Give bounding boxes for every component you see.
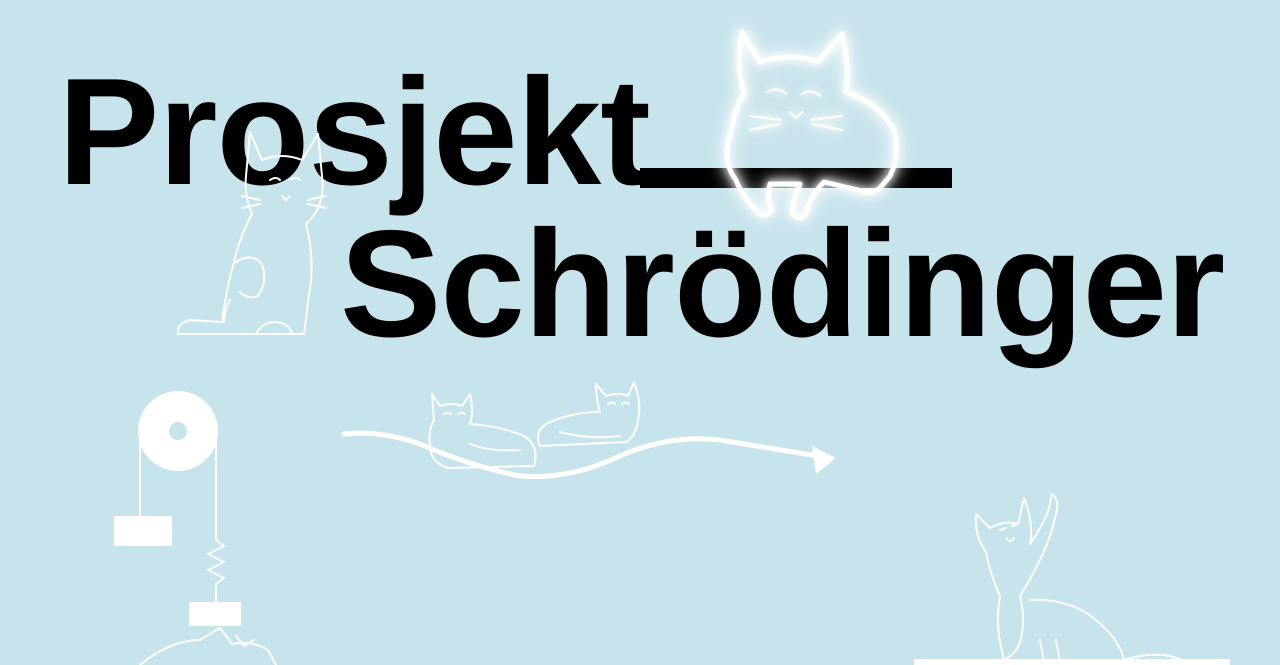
floor-bar (914, 659, 1230, 665)
glowing-cat-on-bar-icon (724, 29, 899, 220)
reaching-cat-icon (974, 493, 1188, 665)
title-underline-bar (640, 168, 952, 188)
title-line-schrodinger: Schrödinger (340, 199, 1225, 369)
cats-on-wave-icon (341, 381, 836, 480)
poster: Prosjekt Schrödinger (0, 0, 1280, 665)
title-line-prosjekt: Prosjekt (58, 47, 651, 217)
pulley-spring-icon (114, 391, 277, 665)
